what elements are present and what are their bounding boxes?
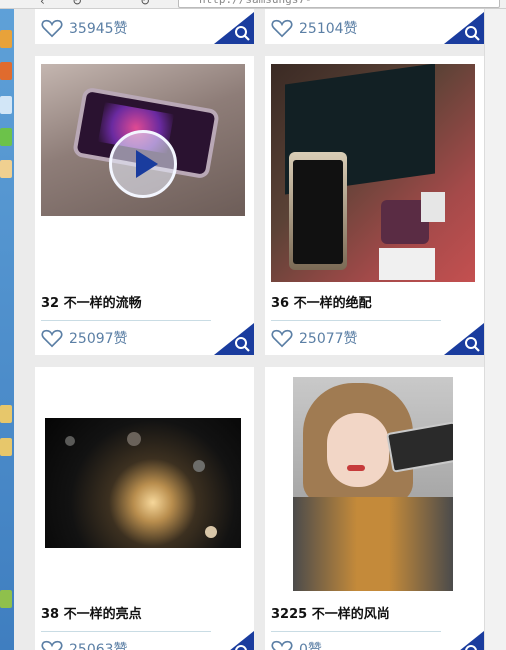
video-thumbnail[interactable] [41,64,245,216]
photo-thumbnail[interactable] [45,418,241,548]
like-button[interactable]: 25097赞 [41,326,128,350]
gallery-card[interactable]: 38 不一样的亮点 25063赞 [35,367,254,650]
divider [41,320,211,321]
like-count: 25104赞 [299,21,358,37]
like-button[interactable]: 35945赞 [41,16,128,40]
zoom-corner-button[interactable] [444,323,484,355]
heart-icon [41,640,63,650]
address-bar[interactable]: http://samsungs7-try.sg.qq.com/usercente… [178,0,500,8]
desktop-icon[interactable] [0,128,12,146]
scrollbar[interactable] [484,9,506,650]
like-button[interactable]: 0赞 [271,637,322,650]
divider [271,631,441,632]
like-count: 25077赞 [299,331,358,347]
heart-icon [271,329,293,348]
browser-toolbar: ‹ ↻ ↻ http://samsungs7-try.sg.qq.com/use… [0,0,506,9]
refresh-icon[interactable]: ↻ [140,0,150,8]
like-button[interactable]: 25063赞 [41,637,128,650]
desktop-icon[interactable] [0,405,12,423]
divider [41,631,211,632]
heart-icon [271,19,293,38]
desktop-icon[interactable] [0,96,12,114]
heart-icon [41,329,63,348]
photo-thumbnail[interactable] [271,64,475,282]
zoom-corner-button[interactable] [214,323,254,355]
heart-icon [41,19,63,38]
zoom-corner-button[interactable] [214,12,254,44]
like-count: 25097赞 [69,331,128,347]
zoom-corner-button[interactable] [214,631,254,650]
photo-thumbnail[interactable] [293,377,453,591]
desktop-icon[interactable] [0,30,12,48]
card-title: 38 不一样的亮点 [41,607,142,622]
gallery-card[interactable]: 36 不一样的绝配 25077赞 [265,56,484,355]
play-button[interactable] [109,130,177,198]
desktop-icon[interactable] [0,590,12,608]
gallery-card[interactable]: 35945赞 [35,9,254,44]
divider [271,320,441,321]
gallery-card[interactable]: 32 不一样的流畅 25097赞 [35,56,254,355]
zoom-corner-button[interactable] [444,631,484,650]
page-content: 35945赞 25104赞 32 不一样的流畅 25097赞 36 不一样的绝配… [15,9,484,650]
card-title: 3225 不一样的风尚 [271,607,390,622]
like-count: 35945赞 [69,21,128,37]
like-button[interactable]: 25104赞 [271,16,358,40]
gallery-card[interactable]: 3225 不一样的风尚 0赞 [265,367,484,650]
desktop-icon[interactable] [0,438,12,456]
gallery-card[interactable]: 25104赞 [265,9,484,44]
refresh-icon[interactable]: ↻ [72,0,82,8]
like-count: 0赞 [299,642,322,650]
desktop-icon[interactable] [0,62,12,80]
card-title: 36 不一样的绝配 [271,296,372,311]
like-button[interactable]: 25077赞 [271,326,358,350]
heart-icon [271,640,293,650]
desktop-icon[interactable] [0,160,12,178]
card-title: 32 不一样的流畅 [41,296,142,311]
zoom-corner-button[interactable] [444,12,484,44]
desktop-taskbar-strip [0,0,14,650]
like-count: 25063赞 [69,642,128,650]
play-icon [136,150,158,178]
back-icon[interactable]: ‹ [40,0,45,8]
